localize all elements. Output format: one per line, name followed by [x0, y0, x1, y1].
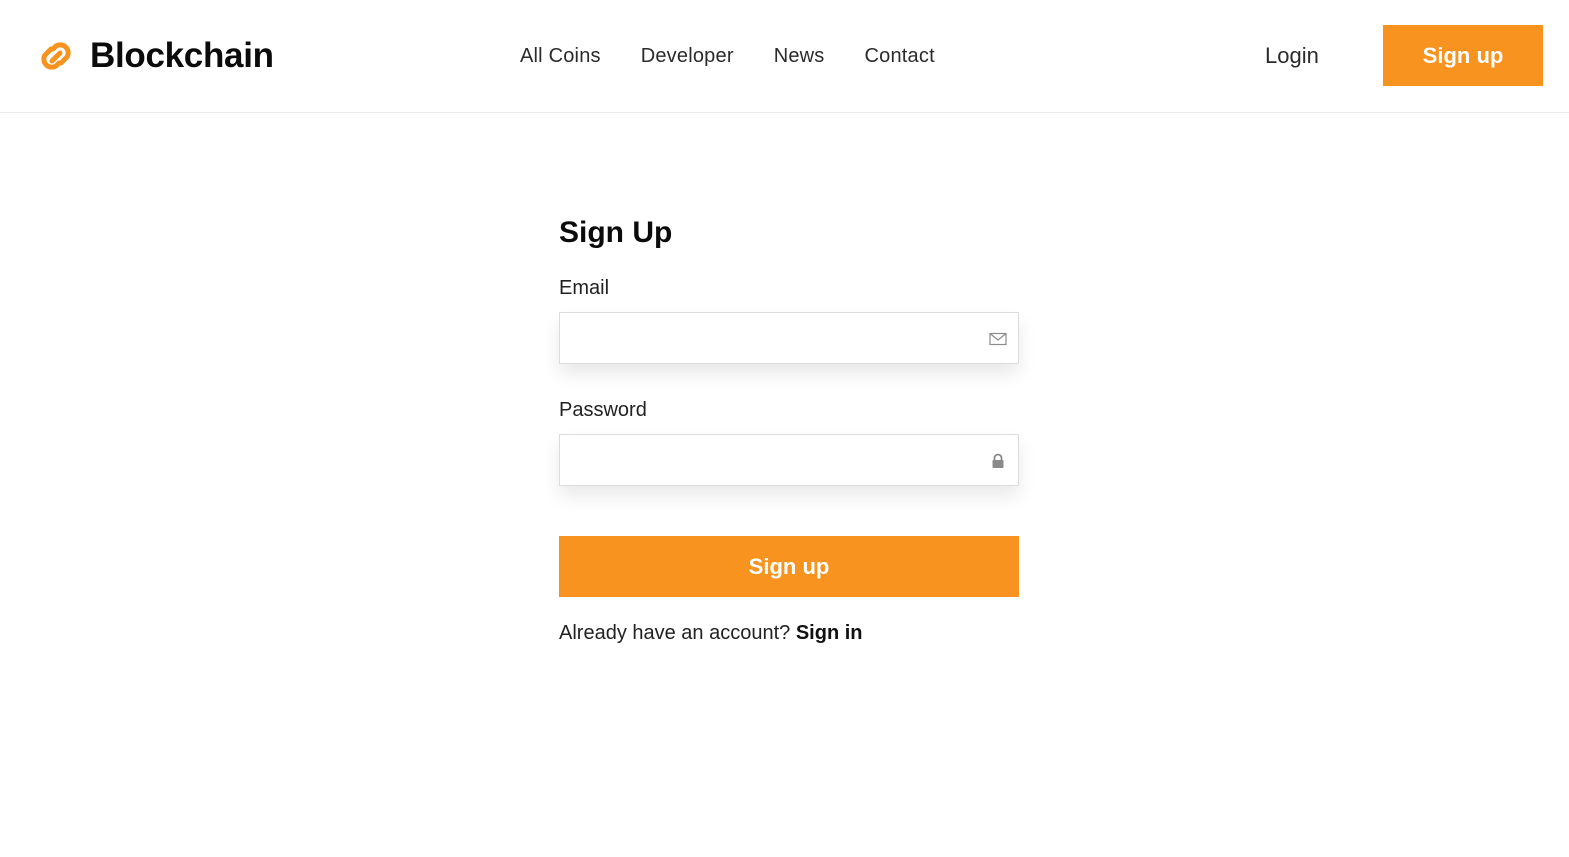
signup-form: Sign Up Email Password Sign up Already h…	[559, 213, 1019, 644]
form-title: Sign Up	[559, 216, 673, 249]
password-label: Password	[559, 399, 647, 421]
email-field[interactable]	[560, 313, 1018, 363]
login-link[interactable]: Login	[1265, 42, 1319, 70]
password-field-wrapper	[559, 434, 1019, 486]
header-signup-button[interactable]: Sign up	[1383, 25, 1543, 86]
email-field-wrapper	[559, 312, 1019, 364]
main-nav: All Coins Developer News Contact	[520, 43, 975, 69]
mail-icon	[989, 332, 1007, 346]
brand-name: Blockchain	[90, 36, 274, 75]
password-field[interactable]	[560, 435, 1018, 485]
signup-submit-button[interactable]: Sign up	[559, 536, 1019, 597]
nav-item-news[interactable]: News	[774, 43, 825, 69]
brand-logo[interactable]: Blockchain	[34, 36, 274, 76]
chain-link-icon	[41, 42, 71, 70]
nav-item-all-coins[interactable]: All Coins	[520, 43, 601, 69]
signin-link[interactable]: Sign in	[796, 622, 863, 644]
nav-item-contact[interactable]: Contact	[865, 43, 935, 69]
nav-item-developer[interactable]: Developer	[641, 43, 734, 69]
site-header: Blockchain All Coins Developer News Cont…	[0, 0, 1569, 113]
signin-prompt-row: Already have an account? Sign in	[559, 620, 863, 646]
email-label: Email	[559, 277, 610, 299]
signin-prompt-text: Already have an account?	[559, 622, 796, 644]
lock-icon	[992, 453, 1004, 468]
